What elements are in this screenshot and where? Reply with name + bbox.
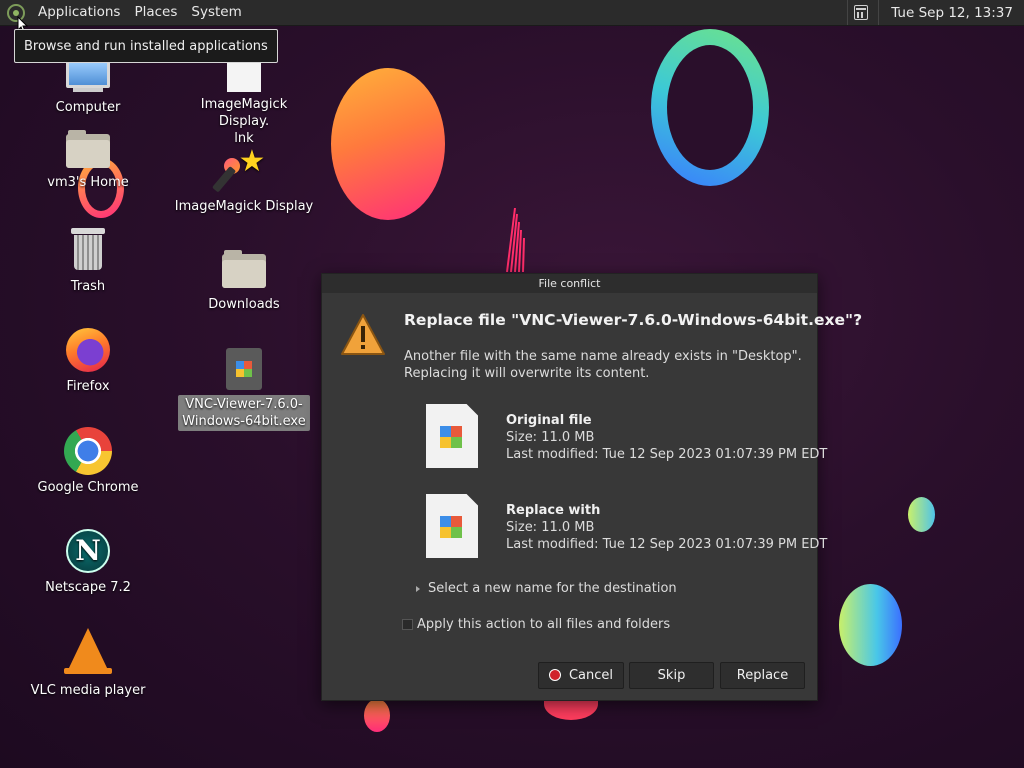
- decor-orange-small: [364, 699, 390, 732]
- imagemagick-icon: ★: [212, 147, 266, 193]
- desktop-icon-label: Google Chrome: [37, 480, 139, 495]
- replacement-file-size: Size: 11.0 MB: [506, 520, 595, 535]
- dialog-titlebar[interactable]: File conflict: [322, 274, 817, 293]
- apply-all-label: Apply this action to all files and folde…: [417, 617, 671, 632]
- desktop-icon-label: VNC-Viewer-7.6.0- Windows-64bit.exe: [178, 395, 310, 431]
- original-file-info: Original file Size: 11.0 MB Last modifie…: [506, 412, 827, 463]
- apply-all-checkbox[interactable]: Apply this action to all files and folde…: [402, 617, 670, 632]
- decor-orange-oval: [331, 68, 445, 220]
- replacement-file-modified: Last modified: Tue 12 Sep 2023 01:07:39 …: [506, 537, 828, 552]
- dialog-message: Another file with the same name already …: [404, 348, 802, 382]
- panel-separator: [847, 0, 849, 25]
- exe-file-icon: [226, 348, 262, 390]
- calendar-icon[interactable]: [854, 5, 869, 20]
- desktop-icon-chrome[interactable]: Google Chrome: [28, 427, 148, 496]
- folder-icon: [222, 250, 266, 288]
- chrome-icon: [64, 427, 112, 475]
- menu-places[interactable]: Places: [127, 0, 184, 25]
- decor-green-oval: [839, 584, 902, 666]
- desktop-icon-vlc[interactable]: VLC media player: [28, 628, 148, 699]
- cancel-icon: [548, 669, 561, 681]
- desktop-icon-downloads[interactable]: Downloads: [194, 250, 294, 313]
- replacement-file-card: Replace with Size: 11.0 MB Last modified…: [426, 494, 827, 560]
- warning-icon: [341, 314, 385, 355]
- trash-icon: [71, 228, 105, 270]
- monitor-stand: [73, 88, 103, 92]
- cancel-button[interactable]: Cancel: [538, 662, 624, 689]
- tooltip: Browse and run installed applications: [14, 29, 278, 63]
- desktop-icon-trash[interactable]: Trash: [38, 228, 138, 295]
- desktop-icon-home[interactable]: vm3's Home: [38, 130, 138, 191]
- replacement-file-info: Replace with Size: 11.0 MB Last modified…: [506, 502, 827, 553]
- menu-system[interactable]: System: [184, 0, 248, 25]
- panel-tray: Tue Sep 12, 13:37: [841, 0, 1024, 25]
- rename-expander[interactable]: Select a new name for the destination: [416, 581, 677, 596]
- desktop-icon-imagemagick[interactable]: ★ ImageMagick Display: [174, 147, 314, 215]
- original-file-card: Original file Size: 11.0 MB Last modifie…: [426, 404, 827, 470]
- desktop-icon-computer[interactable]: Computer: [38, 58, 138, 116]
- menu-applications[interactable]: Applications: [31, 0, 127, 25]
- firefox-icon: [66, 328, 110, 372]
- decor-blue-pill: [908, 497, 935, 532]
- replace-button[interactable]: Replace: [720, 662, 805, 689]
- decor-gradient-ring: [651, 29, 769, 186]
- replacement-file-title: Replace with: [506, 503, 601, 518]
- original-file-size: Size: 11.0 MB: [506, 430, 595, 445]
- original-file-modified: Last modified: Tue 12 Sep 2023 01:07:39 …: [506, 447, 828, 462]
- netscape-icon: N: [66, 529, 110, 573]
- rename-expander-label: Select a new name for the destination: [428, 581, 677, 596]
- desktop-icon-label: vm3's Home: [47, 175, 129, 190]
- dialog-heading: Replace file "VNC-Viewer-7.6.0-Windows-6…: [404, 311, 863, 329]
- desktop-icon-netscape[interactable]: N Netscape 7.2: [38, 529, 138, 596]
- file-icon: [227, 60, 261, 92]
- exe-file-icon: [426, 404, 478, 468]
- desktop-icon-label: Computer: [55, 100, 121, 115]
- clock[interactable]: Tue Sep 12, 13:37: [885, 5, 1024, 21]
- original-file-title: Original file: [506, 413, 592, 428]
- desktop-icon-label: Firefox: [66, 379, 110, 394]
- desktop-icon-label: ImageMagick Display. lnk: [200, 97, 288, 146]
- desktop-icon-label: Netscape 7.2: [45, 580, 131, 595]
- cancel-button-label: Cancel: [568, 668, 614, 683]
- file-conflict-dialog: File conflict Replace file "VNC-Viewer-7…: [321, 273, 862, 701]
- checkbox-box[interactable]: [402, 619, 413, 630]
- desktop-icon-firefox[interactable]: Firefox: [38, 328, 138, 395]
- panel-separator: [878, 0, 880, 25]
- desktop-icon-vnc-exe[interactable]: VNC-Viewer-7.6.0- Windows-64bit.exe: [174, 348, 314, 431]
- dialog-message-line: Another file with the same name already …: [404, 349, 802, 364]
- dialog-message-line: Replacing it will overwrite its content.: [404, 366, 650, 381]
- desktop-icon-imagemagick-lnk[interactable]: ImageMagick Display. lnk: [174, 60, 314, 147]
- vlc-icon: [64, 628, 112, 674]
- expander-arrow-icon: [416, 585, 420, 592]
- skip-button[interactable]: Skip: [629, 662, 714, 689]
- top-panel: Applications Places System Tue Sep 12, 1…: [0, 0, 1024, 26]
- desktop-icon-label: ImageMagick Display: [174, 199, 314, 214]
- desktop-icon-label: Trash: [70, 279, 106, 294]
- decor-stripes: [506, 208, 525, 272]
- home-folder-icon: [66, 130, 110, 168]
- desktop-icon-label: VLC media player: [30, 683, 146, 698]
- desktop-icon-label: Downloads: [208, 297, 280, 312]
- exe-file-icon: [426, 494, 478, 558]
